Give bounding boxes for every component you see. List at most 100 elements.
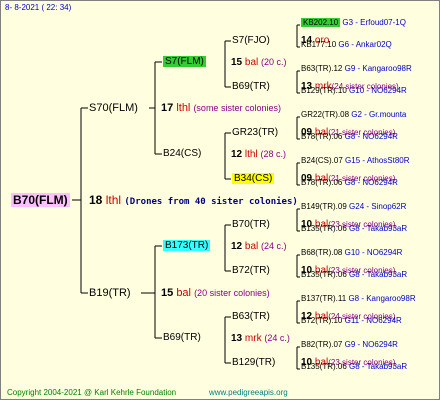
root-drones: 18 lthl (Drones from 40 sister colonies) xyxy=(89,193,298,209)
root-drones-note: (Drones from 40 sister colonies) xyxy=(124,197,298,207)
gen4-node-0[interactable]: S7(FJO) xyxy=(232,34,270,48)
gen3-node-0[interactable]: S7(FLM) xyxy=(163,55,206,69)
gen4-node-5[interactable]: B72(TR) xyxy=(232,264,270,278)
gen5-name: B63(TR).12 xyxy=(301,64,343,73)
gen2-num: 17 xyxy=(161,102,174,114)
gen2-type: lthl xyxy=(176,102,191,114)
gen2-num: 15 xyxy=(161,287,174,299)
gen4-name: B34(CS) xyxy=(232,173,275,184)
pedigree-chart: 8- 8-2021 ( 22: 34) B70(FLM) 18 lthl (Dr… xyxy=(0,0,440,400)
gen5-row-7[interactable]: B78(TR).06 G8 - NO6294R xyxy=(301,177,398,189)
root-drones-type: lthl xyxy=(105,193,122,207)
gen2-drones-0: 17 lthl (some sister colonies) xyxy=(161,101,281,115)
gen2-type: bal xyxy=(176,287,191,299)
root-drones-num: 18 xyxy=(89,193,103,207)
gen5-name: KB202.10 xyxy=(301,18,341,27)
gen5-row-9[interactable]: B135(TR).06 G8 - Takab93aR xyxy=(301,223,407,235)
gen3-type: lthl xyxy=(244,149,258,160)
gen5-source: G9 - Kangaroo98R xyxy=(344,64,412,73)
gen5-source: G8 - Takab93aR xyxy=(349,362,408,371)
gen4-node-4[interactable]: B70(TR) xyxy=(232,218,270,232)
gen5-row-14[interactable]: B82(TR).07 G9 - NO6294R xyxy=(301,339,398,351)
gen3-note: (28 c.) xyxy=(260,149,286,159)
gen5-name: B149(TR).09 xyxy=(301,202,347,211)
gen5-source: G8 - NO6294R xyxy=(344,132,398,141)
gen3-type: bal xyxy=(244,241,259,252)
gen5-name: B137(TR).11 xyxy=(301,294,347,303)
gen4-name: GR23(TR) xyxy=(232,127,279,138)
gen3-note: (24 c.) xyxy=(264,333,290,343)
gen5-source: G8 - Takab93aR xyxy=(349,270,408,279)
gen2-node-0[interactable]: S70(FLM) xyxy=(89,101,138,115)
gen5-source: G10 - NO6294R xyxy=(349,86,407,95)
gen5-row-8[interactable]: B149(TR).09 G24 - Sinop62R xyxy=(301,201,406,213)
gen3-num: 15 xyxy=(231,57,243,68)
gen5-row-12[interactable]: B137(TR).11 G8 - Kangaroo98R xyxy=(301,293,416,305)
gen5-source: G9 - NO6294R xyxy=(344,340,398,349)
gen3-node-1[interactable]: B24(CS) xyxy=(163,147,201,161)
gen3-num: 13 xyxy=(231,333,243,344)
gen5-row-13[interactable]: B72(TR).10 G11 - NO6294R xyxy=(301,315,402,327)
gen5-source: G8 - NO6294R xyxy=(344,178,398,187)
gen3-drones-1: 12 lthl (28 c.) xyxy=(231,147,286,162)
gen5-row-3[interactable]: B129(TR).10 G10 - NO6294R xyxy=(301,85,407,97)
gen5-source: G2 - Gr.mounta xyxy=(351,110,407,119)
gen4-node-7[interactable]: B129(TR) xyxy=(232,356,275,370)
gen2-note: (20 sister colonies) xyxy=(194,288,270,298)
gen5-source: G15 - AthosSt80R xyxy=(345,156,410,165)
gen3-name: B69(TR) xyxy=(163,332,201,343)
gen5-source: G8 - Kangaroo98R xyxy=(348,294,416,303)
gen3-type: bal xyxy=(244,57,259,68)
gen4-name: B129(TR) xyxy=(232,357,276,368)
gen3-num: 12 xyxy=(231,149,243,160)
gen4-node-2[interactable]: GR23(TR) xyxy=(232,126,278,140)
gen4-name: B69(TR) xyxy=(232,81,270,92)
gen3-name: B173(TR) xyxy=(163,240,211,251)
gen4-name: B72(TR) xyxy=(232,265,270,276)
gen5-source: G8 - Takab93aR xyxy=(349,224,408,233)
gen5-source: G11 - NO6294R xyxy=(344,316,402,325)
gen5-name: GR22(TR).08 xyxy=(301,110,350,119)
gen2-name: S70(FLM) xyxy=(89,102,138,114)
gen4-node-3[interactable]: B34(CS) xyxy=(232,172,275,186)
gen2-drones-1: 15 bal (20 sister colonies) xyxy=(161,286,270,300)
gen3-name: B24(CS) xyxy=(163,148,202,159)
gen2-node-1[interactable]: B19(TR) xyxy=(89,286,131,300)
root-queen-name: B70(FLM) xyxy=(11,193,70,207)
gen5-row-4[interactable]: GR22(TR).08 G2 - Gr.mounta xyxy=(301,109,406,121)
gen5-name: B135(TR).06 xyxy=(301,270,347,279)
gen5-name: B129(TR).10 xyxy=(301,86,347,95)
gen3-node-2[interactable]: B173(TR) xyxy=(163,239,211,253)
gen5-row-1[interactable]: KB177.10 G6 - Ankar02Q xyxy=(301,39,392,51)
copyright-text: Copyright 2004-2021 @ Karl Kehrle Founda… xyxy=(7,388,177,397)
gen2-note: (some sister colonies) xyxy=(193,103,281,113)
root-queen[interactable]: B70(FLM) xyxy=(11,193,70,207)
gen3-note: (24 c.) xyxy=(261,241,287,251)
gen5-name: B78(TR).06 xyxy=(301,178,343,187)
gen5-name: B72(TR).10 xyxy=(301,316,343,325)
gen5-row-6[interactable]: B24(CS).07 G15 - AthosSt80R xyxy=(301,155,410,167)
gen3-node-3[interactable]: B69(TR) xyxy=(163,331,201,345)
gen5-row-10[interactable]: B68(TR).08 G10 - NO6294R xyxy=(301,247,402,259)
gen5-row-0[interactable]: KB202.10 G3 - Erfoud07-1Q xyxy=(301,17,406,29)
gen3-name: S7(FLM) xyxy=(163,56,206,67)
gen5-name: B24(CS).07 xyxy=(301,156,343,165)
gen5-name: B82(TR).07 xyxy=(301,340,343,349)
gen4-node-1[interactable]: B69(TR) xyxy=(232,80,270,94)
gen3-note: (20 c.) xyxy=(261,57,287,67)
gen5-name: B135(TR).06 xyxy=(301,362,347,371)
gen5-name: B78(TR).06 xyxy=(301,132,343,141)
gen5-row-2[interactable]: B63(TR).12 G9 - Kangaroo98R xyxy=(301,63,412,75)
gen5-row-15[interactable]: B135(TR).06 G8 - Takab93aR xyxy=(301,361,407,373)
gen5-source: G24 - Sinop62R xyxy=(349,202,407,211)
gen5-name: KB177.10 xyxy=(301,40,337,49)
website-link[interactable]: www.pedigreeapis.org xyxy=(209,386,288,399)
gen5-name: B68(TR).08 xyxy=(301,248,343,257)
gen2-name: B19(TR) xyxy=(89,287,131,299)
gen5-source: G10 - NO6294R xyxy=(344,248,403,257)
gen5-row-11[interactable]: B135(TR).06 G8 - Takab93aR xyxy=(301,269,407,281)
gen3-type: mrk xyxy=(244,333,262,344)
gen4-node-6[interactable]: B63(TR) xyxy=(232,310,270,324)
gen5-row-5[interactable]: B78(TR).06 G8 - NO6294R xyxy=(301,131,398,143)
print-date: 8- 8-2021 ( 22: 34) xyxy=(5,3,72,12)
